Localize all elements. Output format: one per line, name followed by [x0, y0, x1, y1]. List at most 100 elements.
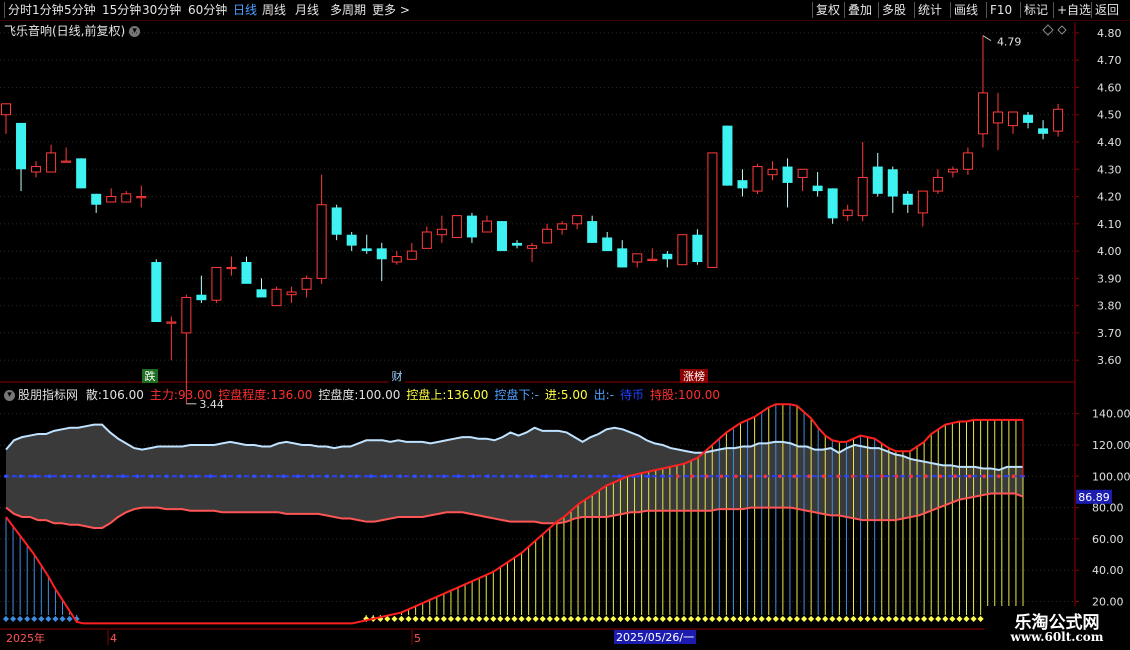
- mid-dot: [62, 474, 67, 479]
- mid-dot: [661, 474, 665, 479]
- timeline-cursor-date: 2025/05/26/一: [616, 631, 694, 644]
- candle: [977, 92, 988, 135]
- signal-marker: ◆: [907, 614, 914, 623]
- signal-marker: ◆: [624, 614, 631, 623]
- mid-dot: [617, 474, 621, 479]
- signal-marker: ◆: [752, 614, 759, 623]
- signal-marker: ◆: [766, 614, 773, 623]
- signal-marker: ◆: [653, 614, 660, 623]
- mid-dot: [456, 474, 461, 479]
- candle: [722, 125, 733, 186]
- mid-dot: [865, 474, 870, 479]
- candle: [917, 190, 928, 214]
- candle: [181, 296, 192, 334]
- candle: [947, 168, 958, 173]
- signal-marker: ◆: [914, 614, 921, 623]
- mid-dot: [369, 474, 373, 479]
- price-tick-label: 3.60: [1097, 354, 1122, 367]
- mid-dot: [33, 474, 37, 479]
- signal-marker: ◆: [935, 614, 942, 623]
- signal-marker: ◆: [610, 614, 617, 623]
- signal-marker: ◆: [526, 614, 533, 623]
- signal-marker: ◆: [17, 614, 24, 623]
- mid-dot: [734, 474, 738, 479]
- mid-dot: [807, 474, 811, 479]
- signal-marker: ◆: [448, 614, 455, 623]
- mid-dot: [281, 474, 286, 479]
- candle: [76, 158, 87, 189]
- price-tick-label: 4.40: [1097, 136, 1122, 149]
- mid-dot: [121, 474, 125, 479]
- mid-dot: [223, 474, 227, 479]
- indicator-tick-label: 40.00: [1092, 564, 1124, 577]
- candle: [286, 291, 297, 296]
- candle: [557, 223, 568, 230]
- candle: [376, 248, 387, 260]
- mid-dot: [354, 474, 359, 479]
- candle: [346, 234, 357, 246]
- candle: [121, 193, 132, 203]
- candle: [572, 215, 583, 225]
- candle: [1023, 114, 1034, 123]
- signal-marker: ◆: [737, 614, 744, 623]
- signal-marker: ◆: [420, 614, 427, 623]
- mid-dot: [179, 474, 183, 479]
- candle: [31, 166, 42, 173]
- signal-marker: ◆: [879, 614, 886, 623]
- signal-marker: ◆: [744, 614, 751, 623]
- signal-marker: ◆: [843, 614, 850, 623]
- signal-marker: ◆: [808, 614, 815, 623]
- candle: [827, 188, 838, 219]
- mid-dot: [748, 474, 753, 479]
- chart-canvas[interactable]: 4.80 4.70 4.60 4.50 4.40 4.30 4.20 4.10 4.00 3.90…: [0, 0, 1130, 650]
- signal-marker: ◆: [617, 614, 624, 623]
- mid-dot: [880, 474, 884, 479]
- signal-marker: ◆: [413, 614, 420, 623]
- price-tick-label: 4.50: [1097, 109, 1122, 122]
- event-marker: 跌: [145, 369, 156, 383]
- candle: [737, 180, 748, 189]
- candle: [406, 250, 417, 260]
- signal-marker: ◆: [504, 614, 511, 623]
- candle: [331, 207, 342, 235]
- mid-dot: [953, 474, 957, 479]
- mid-dot: [267, 474, 271, 479]
- mid-dot: [646, 474, 651, 479]
- indicator-tick-label: 120.00: [1092, 439, 1130, 452]
- signal-marker: ◆: [441, 614, 448, 623]
- signal-marker: ◆: [667, 614, 674, 623]
- mid-dot: [982, 474, 986, 479]
- signal-marker: ◆: [575, 614, 582, 623]
- candle: [1038, 128, 1049, 134]
- signal-marker: ◆: [434, 614, 441, 623]
- mid-dot: [588, 474, 592, 479]
- signal-marker: ◆: [45, 614, 52, 623]
- signal-marker: ◆: [427, 614, 434, 623]
- indicator-tick-label: 140.00: [1092, 408, 1130, 421]
- candle: [16, 122, 27, 170]
- low-price-label: 3.44: [199, 398, 224, 411]
- price-tick-label: 4.30: [1097, 163, 1122, 176]
- signal-marker: ◆: [865, 614, 872, 623]
- candle: [196, 294, 207, 301]
- price-tick-label: 4.80: [1097, 27, 1122, 40]
- mid-dot: [252, 474, 256, 479]
- signal-marker: ◆: [857, 614, 864, 623]
- signal-marker: ◆: [554, 614, 561, 623]
- signal-marker: ◆: [942, 614, 949, 623]
- mid-dot: [296, 474, 300, 479]
- signal-marker: ◆: [476, 614, 483, 623]
- candle: [872, 166, 883, 194]
- mid-dot: [106, 474, 110, 479]
- signal-marker: ◆: [518, 614, 525, 623]
- candle: [662, 253, 673, 260]
- price-tick-label: 4.00: [1097, 245, 1122, 258]
- mid-dot: [135, 474, 140, 479]
- signal-marker: ◆: [3, 614, 10, 623]
- mid-dot: [91, 474, 96, 479]
- candle: [466, 215, 477, 238]
- mid-dot: [427, 474, 432, 479]
- price-tick-label: 4.70: [1097, 54, 1122, 67]
- signal-marker: ◆: [963, 614, 970, 623]
- signal-marker: ◆: [709, 614, 716, 623]
